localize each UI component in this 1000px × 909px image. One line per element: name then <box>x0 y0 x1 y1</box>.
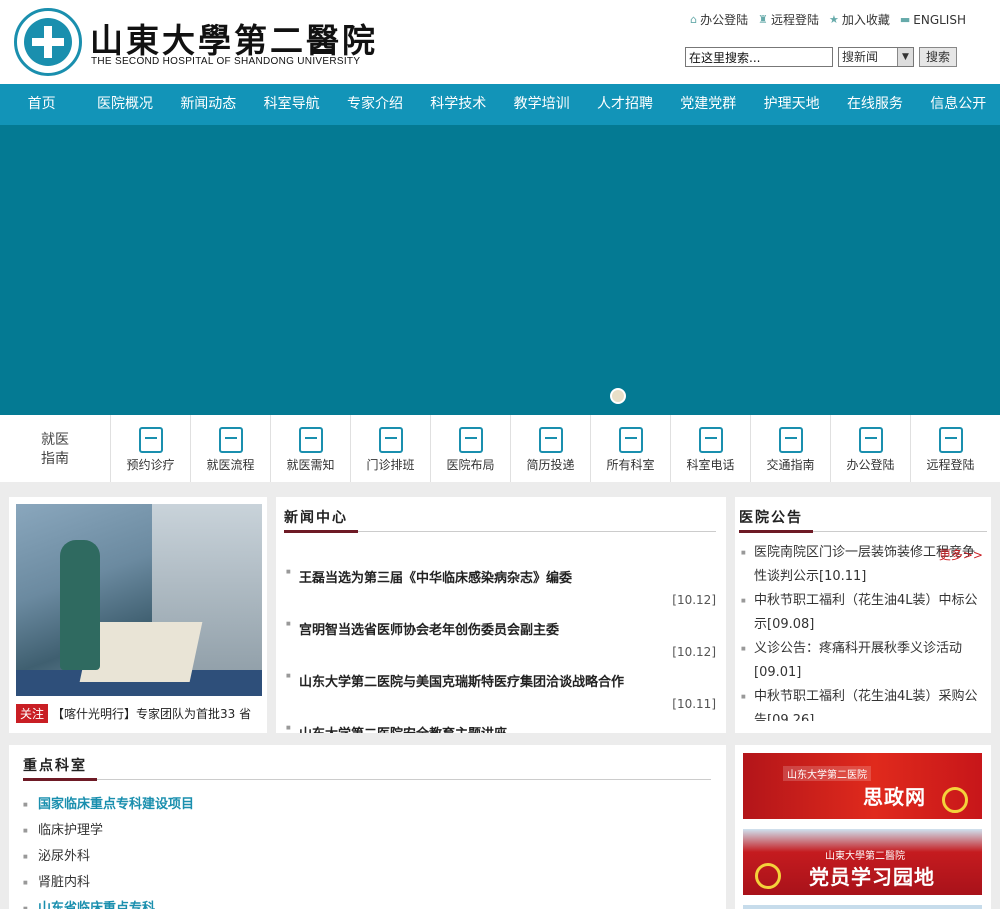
news-title-divider <box>284 530 716 533</box>
guide-item-schedule[interactable]: 门诊排班 <box>350 415 430 482</box>
nav-item-recruitment[interactable]: 人才招聘 <box>583 84 666 125</box>
key-departments-divider <box>23 778 711 781</box>
key-departments-title: 重点科室 <box>23 758 87 774</box>
person-search-icon <box>538 427 563 453</box>
remote-icon: ♜ <box>758 13 768 26</box>
guide-item-layout[interactable]: 医院布局 <box>430 415 510 482</box>
guide-item-resume[interactable]: 简历投递 <box>510 415 590 482</box>
news-item[interactable]: 山东大学第二医院安全教育主题讲座 <box>286 723 718 733</box>
news-list: 王磊当选为第三届《中华临床感染病杂志》编委[10.12] 宫明智当选省医师协会老… <box>286 567 718 733</box>
notice-title-divider <box>739 530 987 533</box>
news-item[interactable]: 宫明智当选省医师协会老年创伤委员会副主委[10.12] <box>286 619 718 671</box>
chart-area-icon <box>698 427 723 453</box>
nav-item-departments[interactable]: 科室导航 <box>250 84 333 125</box>
guide-title: 就医 指南 <box>41 432 69 467</box>
search-bar: 搜新闻 ▼ 搜索 <box>685 47 958 67</box>
guide-item-office-login[interactable]: 办公登陆 <box>830 415 910 482</box>
guide-item-notice[interactable]: 就医需知 <box>270 415 350 482</box>
party-emblem-icon <box>942 787 968 813</box>
key-dept-item[interactable]: 泌尿外科 <box>23 844 194 870</box>
home-icon: ⌂ <box>690 13 698 26</box>
guide-item-remote-login[interactable]: 远程登陆 <box>910 415 990 482</box>
notice-item[interactable]: 中秋节职工福利（花生油4L装）采购公告[09.26] <box>741 685 981 721</box>
top-links: ⌂ 办公登陆 ♜ 远程登陆 ★ 加入收藏 ▬ ENGLISH <box>690 11 966 28</box>
office-login-link[interactable]: ⌂ 办公登陆 <box>690 11 748 28</box>
nav-item-teaching[interactable]: 教学培训 <box>500 84 583 125</box>
globe-ball-icon <box>938 427 963 453</box>
star-icon: ★ <box>828 13 839 26</box>
news-center-title: 新闻中心 <box>284 510 348 526</box>
key-dept-item[interactable]: 肾脏内科 <box>23 870 194 896</box>
folder-icon: ▬ <box>899 13 911 26</box>
guide-item-all-departments[interactable]: 所有科室 <box>590 415 670 482</box>
chevron-down-icon: ▼ <box>897 48 913 66</box>
hospital-notice-panel: 医院公告 医院南院区门诊一层装饰装修工程竞争性谈判公示[10.11] 中秋节职工… <box>735 497 991 733</box>
add-favorite-link[interactable]: ★ 加入收藏 <box>829 11 890 28</box>
nav-item-experts[interactable]: 专家介绍 <box>333 84 416 125</box>
news-center-panel: 新闻中心 王磊当选为第三届《中华临床感染病杂志》编委[10.12] 宫明智当选省… <box>276 497 726 733</box>
medical-guide-bar: 就医 指南 预约诊疗 就医流程 就医需知 门诊排班 医院布局 简历投递 所有科室… <box>0 415 1000 482</box>
focus-photo-panel: 关注 【喀什光明行】专家团队为首批33 省 <box>9 497 267 733</box>
third-banner[interactable] <box>743 905 982 909</box>
search-button[interactable]: 搜索 <box>919 47 958 67</box>
site-header: 山東大學第二醫院 THE SECOND HOSPITAL OF SHANDONG… <box>0 0 1000 84</box>
party-study-banner[interactable]: 山東大學第二醫院 党员学习园地 <box>743 829 982 895</box>
nav-item-party[interactable]: 党建党群 <box>667 84 750 125</box>
news-item[interactable]: 山东大学第二医院与美国克瑞斯特医疗集团洽谈战略合作[10.11] <box>286 671 718 723</box>
notice-item[interactable]: 中秋节职工福利（花生油4L装）中标公示[09.08] <box>741 589 981 637</box>
bookmark-plus-icon <box>138 427 163 453</box>
nav-item-news[interactable]: 新闻动态 <box>167 84 250 125</box>
map-icon <box>458 427 483 453</box>
focus-tag: 关注 <box>16 704 49 723</box>
key-dept-item[interactable]: 国家临床重点专科建设项目 <box>23 792 194 818</box>
id-badge-icon <box>378 427 403 453</box>
monitor-icon <box>858 427 883 453</box>
party-emblem-icon <box>755 863 781 889</box>
site-title-en: THE SECOND HOSPITAL OF SHANDONG UNIVERSI… <box>91 56 361 67</box>
hospital-logo-emblem[interactable] <box>14 8 82 76</box>
key-dept-item[interactable]: 山东省临床重点专科 <box>23 896 194 909</box>
nav-item-nursing[interactable]: 护理天地 <box>750 84 833 125</box>
focus-photo[interactable] <box>16 504 262 696</box>
guide-item-process[interactable]: 就医流程 <box>190 415 270 482</box>
side-banners-panel: 山东大学第二医院 思政网 山東大學第二醫院 党员学习园地 <box>735 745 991 909</box>
english-link[interactable]: ▬ ENGLISH <box>900 11 966 28</box>
focus-caption[interactable]: 关注 【喀什光明行】专家团队为首批33 省 <box>16 704 251 723</box>
exchange-arrows-icon <box>218 427 243 453</box>
notice-item[interactable]: 义诊公告：疼痛科开展秋季义诊活动[09.01] <box>741 637 981 685</box>
focus-caption-text: 【喀什光明行】专家团队为首批33 省 <box>52 707 252 721</box>
remote-login-link[interactable]: ♜ 远程登陆 <box>758 11 819 28</box>
site-title-cn[interactable]: 山東大學第二醫院 <box>90 14 378 62</box>
key-dept-item[interactable]: 临床护理学 <box>23 818 194 844</box>
nav-item-science[interactable]: 科学技术 <box>417 84 500 125</box>
loading-spinner-icon <box>610 388 626 404</box>
hero-banner[interactable] <box>0 125 1000 415</box>
notice-list: 医院南院区门诊一层装饰装修工程竞争性谈判公示[10.11] 中秋节职工福利（花生… <box>741 541 981 721</box>
nav-item-disclosure[interactable]: 信息公开 <box>917 84 1000 125</box>
notice-title: 医院公告 <box>739 510 803 526</box>
key-departments-list: 国家临床重点专科建设项目 临床护理学 泌尿外科 肾脏内科 山东省临床重点专科 <box>23 792 194 909</box>
search-input[interactable] <box>685 47 833 67</box>
search-scope-select[interactable]: 搜新闻 ▼ <box>838 47 914 67</box>
main-nav: 首页 医院概况 新闻动态 科室导航 专家介绍 科学技术 教学培训 人才招聘 党建… <box>0 84 1000 125</box>
guide-item-traffic[interactable]: 交通指南 <box>750 415 830 482</box>
shuffle-icon <box>778 427 803 453</box>
guide-item-dept-phone[interactable]: 科室电话 <box>670 415 750 482</box>
nav-item-online-service[interactable]: 在线服务 <box>833 84 916 125</box>
nav-item-home[interactable]: 首页 <box>0 84 83 125</box>
nav-item-overview[interactable]: 医院概况 <box>83 84 166 125</box>
card-icon <box>298 427 323 453</box>
database-icon <box>618 427 643 453</box>
key-departments-panel: 重点科室 国家临床重点专科建设项目 临床护理学 泌尿外科 肾脏内科 山东省临床重… <box>9 745 726 909</box>
guide-item-appointment[interactable]: 预约诊疗 <box>110 415 190 482</box>
ideology-banner[interactable]: 山东大学第二医院 思政网 <box>743 753 982 819</box>
notice-more-link[interactable]: 更多>> <box>939 546 983 563</box>
news-item[interactable]: 王磊当选为第三届《中华临床感染病杂志》编委[10.12] <box>286 567 718 619</box>
